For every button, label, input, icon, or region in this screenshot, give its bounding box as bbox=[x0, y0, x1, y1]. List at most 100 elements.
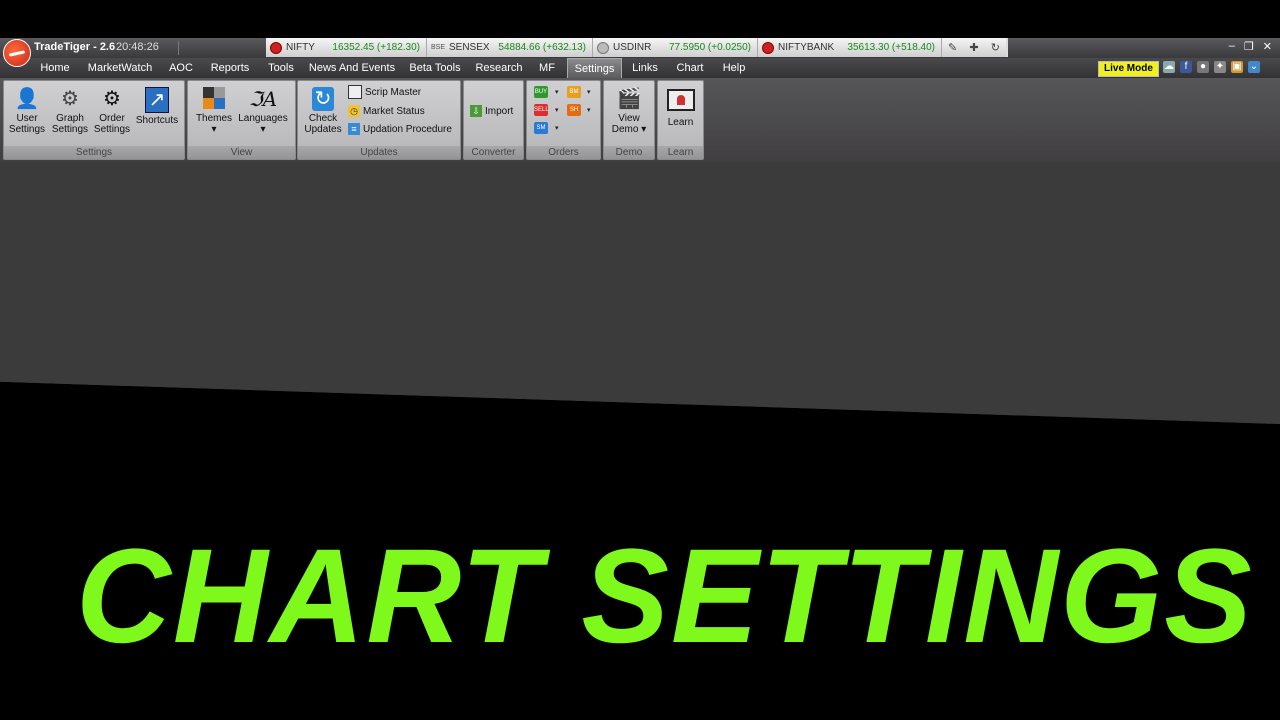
import-button[interactable]: ⇩ Import bbox=[470, 103, 513, 119]
chat-icon[interactable]: ☁ bbox=[1163, 61, 1175, 73]
clapperboard-icon: 🎬 bbox=[616, 88, 642, 110]
menu-links[interactable]: Links bbox=[628, 58, 662, 78]
chevron-down-icon[interactable]: ▾ bbox=[555, 88, 559, 96]
graph-settings-button[interactable]: ⚙ Graph Settings bbox=[50, 87, 90, 135]
button-label: Shortcuts bbox=[135, 115, 179, 126]
ticker-item-niftybank[interactable]: NIFTYBANK 35613.30 (+518.40) bbox=[758, 38, 942, 57]
group-label: Learn bbox=[658, 146, 703, 159]
chevron-down-icon[interactable]: ▾ bbox=[587, 106, 591, 114]
button-label: Updates bbox=[304, 124, 342, 135]
clock: 20:48:26 bbox=[116, 41, 159, 53]
restore-icon[interactable]: ❐ bbox=[1244, 40, 1254, 53]
chevron-down-icon[interactable]: ▾ bbox=[555, 106, 559, 114]
camera-icon[interactable]: ● bbox=[1197, 61, 1209, 73]
group-label: Orders bbox=[527, 146, 600, 159]
updation-procedure-button[interactable]: ≡ Updation Procedure bbox=[348, 121, 452, 137]
ribbon-group-demo: 🎬 View Demo ▾ Demo bbox=[603, 80, 655, 160]
market-status-icon: ◷ bbox=[348, 105, 360, 117]
shortcuts-button[interactable]: ↗ Shortcuts bbox=[134, 87, 180, 126]
ticker-name: NIFTYBANK bbox=[778, 42, 835, 53]
user-settings-button[interactable]: 👤 User Settings bbox=[8, 87, 46, 135]
ticker-value: 54884.66 (+632.13) bbox=[498, 42, 586, 53]
ticker-item-usdinr[interactable]: USDINR 77.5950 (+0.0250) bbox=[593, 38, 758, 57]
menu-chart[interactable]: Chart bbox=[672, 58, 708, 78]
edit-icon[interactable]: ✎ bbox=[948, 41, 957, 54]
app-title: TradeTiger - 2.6 bbox=[34, 41, 116, 53]
ads-icon[interactable]: ✦ bbox=[1214, 61, 1226, 73]
lock-icon[interactable]: ▣ bbox=[1231, 61, 1243, 73]
pin-icon[interactable]: ✚ bbox=[969, 41, 978, 54]
sm-order-icon[interactable]: SM bbox=[534, 122, 548, 134]
menu-aoc[interactable]: AOC bbox=[164, 58, 198, 78]
button-label: Import bbox=[485, 105, 514, 117]
order-settings-button[interactable]: ⚙ Order Settings bbox=[92, 87, 132, 135]
group-label: Settings bbox=[4, 146, 184, 159]
menu-marketwatch[interactable]: MarketWatch bbox=[84, 58, 156, 78]
button-label: Updation Procedure bbox=[363, 123, 452, 135]
close-icon[interactable]: ✕ bbox=[1263, 40, 1272, 53]
minimize-icon[interactable]: – bbox=[1229, 40, 1235, 53]
menu-news-and-events[interactable]: News And Events bbox=[308, 58, 396, 78]
themes-icon bbox=[194, 87, 234, 111]
title-bar: TradeTiger - 2.6 20:48:26 NIFTY 16352.45… bbox=[0, 38, 1280, 67]
button-label: Demo bbox=[611, 124, 639, 135]
red-circle-icon bbox=[270, 41, 282, 54]
red-circle-icon bbox=[762, 41, 774, 54]
import-icon: ⇩ bbox=[470, 105, 482, 117]
themes-button[interactable]: Themes ▾ bbox=[194, 87, 234, 135]
facebook-icon[interactable]: f bbox=[1180, 61, 1192, 73]
menu-research[interactable]: Research bbox=[474, 58, 524, 78]
gear-icon: ⚙ bbox=[61, 88, 79, 110]
market-status-button[interactable]: ◷ Market Status bbox=[348, 103, 425, 119]
ticker-name: SENSEX bbox=[449, 42, 490, 53]
divider bbox=[178, 41, 179, 55]
button-label: Graph bbox=[56, 113, 84, 124]
languages-icon: ℑA bbox=[248, 87, 278, 111]
button-label: Learn bbox=[667, 117, 694, 128]
live-mode-badge[interactable]: Live Mode bbox=[1098, 61, 1159, 77]
button-label: Scrip Master bbox=[365, 86, 422, 98]
button-label: Settings bbox=[51, 124, 89, 135]
toolbar-icons: ☁ f ● ✦ ▣ ⌄ bbox=[1163, 61, 1260, 73]
button-label: Order bbox=[99, 113, 125, 124]
ticker-item-nifty[interactable]: NIFTY 16352.45 (+182.30) bbox=[266, 38, 427, 57]
ribbon-group-converter: ⇩ Import Converter bbox=[463, 80, 524, 160]
ticker-item-sensex[interactable]: BSE SENSEX 54884.66 (+632.13) bbox=[427, 38, 593, 57]
learn-button[interactable]: Learn bbox=[660, 87, 701, 128]
ribbon-group-updates: ↻ Check Updates Scrip Master ◷ Market St… bbox=[297, 80, 461, 160]
overlay-title: CHART SETTINGS bbox=[76, 522, 1254, 671]
bm-order-icon[interactable]: BM bbox=[567, 86, 581, 98]
group-label: Demo bbox=[604, 146, 654, 159]
menu-beta-tools[interactable]: Beta Tools bbox=[404, 58, 466, 78]
ribbon-group-learn: Learn Learn bbox=[657, 80, 704, 160]
menu-reports[interactable]: Reports bbox=[206, 58, 254, 78]
buy-order-icon[interactable]: BUY bbox=[534, 86, 548, 98]
view-demo-button[interactable]: 🎬 View Demo ▾ bbox=[606, 87, 652, 135]
menu-mf[interactable]: MF bbox=[532, 58, 562, 78]
refresh-icon[interactable]: ↻ bbox=[991, 41, 1000, 54]
ticker-value: 77.5950 (+0.0250) bbox=[668, 42, 751, 53]
button-label: Settings bbox=[8, 124, 46, 135]
languages-button[interactable]: ℑA Languages ▾ bbox=[236, 87, 290, 135]
chevron-down-icon[interactable]: ▾ bbox=[587, 88, 591, 96]
scrip-master-button[interactable]: Scrip Master bbox=[348, 84, 421, 100]
chevron-down-icon[interactable]: ▾ bbox=[555, 124, 559, 132]
menu-home[interactable]: Home bbox=[36, 58, 74, 78]
ticker-name: NIFTY bbox=[286, 42, 315, 53]
check-updates-button[interactable]: ↻ Check Updates bbox=[302, 87, 344, 135]
menu-help[interactable]: Help bbox=[716, 58, 752, 78]
window-controls: – ❐ ✕ bbox=[1229, 40, 1272, 53]
collapse-icon[interactable]: ⌄ bbox=[1248, 61, 1260, 73]
ticker-tools: ✎ ✚ ↻ bbox=[942, 38, 1006, 57]
document-icon bbox=[348, 85, 362, 99]
sh-order-icon[interactable]: SH bbox=[567, 104, 581, 116]
button-label: Languages bbox=[238, 113, 288, 124]
menu-settings[interactable]: Settings bbox=[567, 58, 622, 78]
gray-circle-icon bbox=[597, 41, 609, 54]
user-settings-icon: 👤 bbox=[14, 88, 40, 110]
group-label: Converter bbox=[464, 146, 523, 159]
sell-order-icon[interactable]: SELL bbox=[534, 104, 549, 116]
procedure-icon: ≡ bbox=[348, 123, 360, 135]
gear-icon: ⚙ bbox=[103, 88, 121, 110]
menu-tools[interactable]: Tools bbox=[262, 58, 300, 78]
